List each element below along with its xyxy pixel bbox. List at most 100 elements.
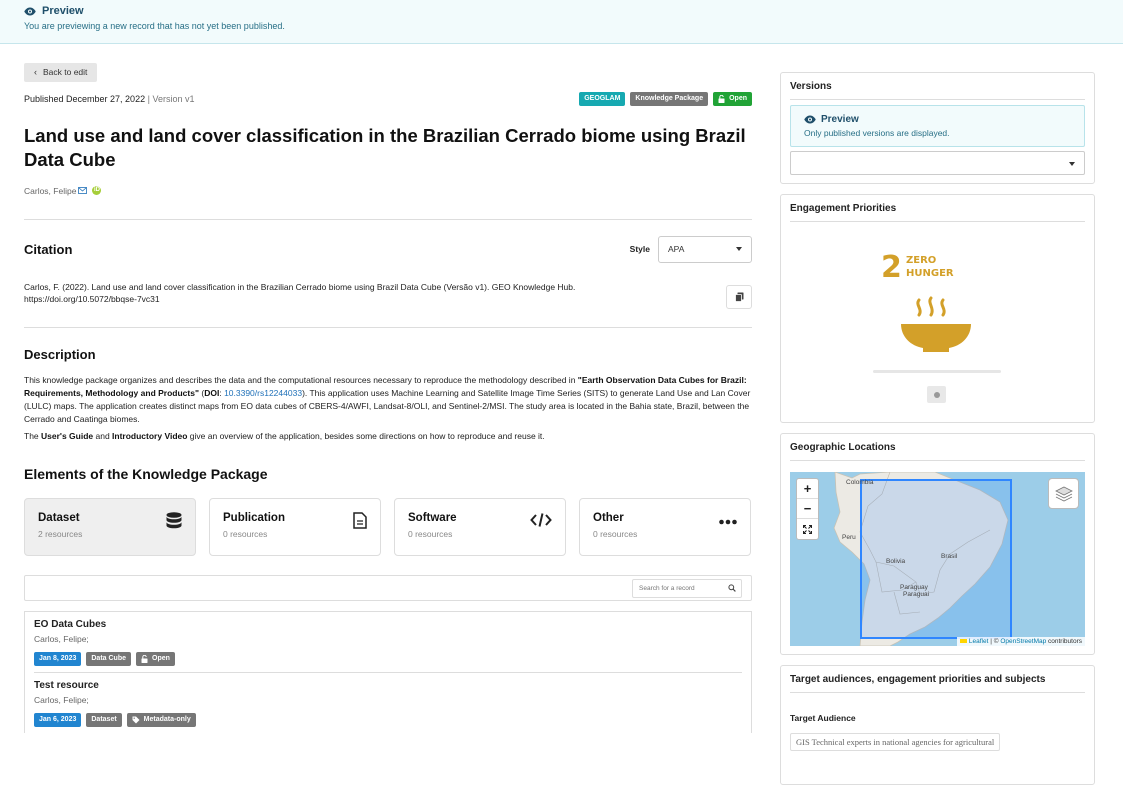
author-name[interactable]: Carlos, Felipe bbox=[24, 186, 76, 196]
copy-icon bbox=[734, 292, 743, 302]
zoom-out-button[interactable]: − bbox=[797, 499, 818, 519]
community-badge: GEOGLAM bbox=[579, 91, 626, 106]
back-to-edit-button[interactable]: ‹ Back to edit bbox=[24, 62, 98, 82]
record-badges: GEOGLAM Knowledge Package Open bbox=[579, 91, 752, 106]
more-icon bbox=[719, 519, 737, 524]
record-item-title[interactable]: EO Data Cubes bbox=[34, 619, 742, 630]
preview-banner: Preview You are previewing a new record … bbox=[0, 0, 1123, 44]
versions-select[interactable] bbox=[790, 151, 1085, 175]
elements-heading: Elements of the Knowledge Package bbox=[24, 465, 268, 482]
food-bowl-icon bbox=[901, 296, 971, 352]
engagement-panel: Engagement Priorities 2 ZERO HUNGER bbox=[780, 194, 1095, 423]
layers-icon bbox=[1054, 486, 1073, 501]
citation-heading: Citation bbox=[24, 241, 73, 257]
banner-title: Preview bbox=[24, 5, 1099, 17]
description-heading: Description bbox=[24, 346, 96, 362]
record-item-author: Carlos, Felipe; bbox=[34, 633, 89, 644]
email-icon[interactable] bbox=[78, 187, 88, 194]
record-date-badge: Jan 8, 2023 bbox=[34, 651, 82, 666]
card-software[interactable]: Software 0 resources bbox=[394, 497, 566, 556]
database-icon bbox=[166, 511, 182, 528]
osm-link[interactable]: OpenStreetMap bbox=[1000, 638, 1046, 645]
unlock-icon bbox=[718, 94, 725, 103]
map-layers-button[interactable] bbox=[1048, 478, 1079, 509]
record-type-badge: Data Cube bbox=[86, 651, 131, 666]
audiences-panel: Target audiences, engagement priorities … bbox=[780, 665, 1095, 785]
doi-link[interactable]: 10.3390/rs12244033 bbox=[224, 388, 302, 398]
sidebar: Versions Preview Only published versions… bbox=[780, 72, 1095, 795]
record-list: EO Data Cubes Carlos, Felipe; Jan 8, 202… bbox=[24, 610, 752, 733]
code-icon bbox=[530, 512, 552, 527]
geographic-panel: Geographic Locations Colombia Peru Boliv… bbox=[780, 433, 1095, 655]
record-title: Land use and land cover classification i… bbox=[24, 124, 746, 170]
map-label: Paraguai bbox=[903, 591, 930, 598]
back-to-edit-label: Back to edit bbox=[43, 67, 88, 77]
description-paragraph-2: The User's Guide and Introductory Video … bbox=[24, 430, 545, 441]
citation-style-select[interactable]: APA bbox=[658, 235, 752, 263]
card-dataset[interactable]: Dataset 2 resources bbox=[24, 497, 196, 556]
record-access-badge: Open bbox=[136, 651, 175, 666]
versions-title: Versions bbox=[790, 81, 1085, 100]
record-search-input[interactable] bbox=[632, 578, 742, 598]
copy-citation-button[interactable] bbox=[726, 284, 752, 309]
description-paragraph-1: This knowledge package organizes and des… bbox=[24, 374, 751, 424]
map-label: Paraguay bbox=[900, 584, 928, 591]
fullscreen-button[interactable] bbox=[797, 519, 818, 539]
map-attribution: Leaflet | © OpenStreetMap contributors bbox=[956, 637, 1085, 646]
sdg-carousel: 2 ZERO HUNGER bbox=[790, 222, 1085, 414]
access-badge-label: Open bbox=[729, 95, 747, 102]
document-icon bbox=[353, 511, 367, 529]
map-label: Brasil bbox=[941, 553, 958, 560]
record-item-title[interactable]: Test resource bbox=[34, 680, 742, 691]
chevron-down-icon bbox=[1069, 162, 1075, 166]
target-audience-tag[interactable]: GIS Technical experts in national agenci… bbox=[790, 733, 1001, 751]
search-icon[interactable] bbox=[728, 583, 736, 592]
orcid-icon[interactable]: iD bbox=[92, 186, 102, 195]
access-badge: Open bbox=[713, 91, 752, 106]
leaflet-link[interactable]: Leaflet bbox=[969, 638, 989, 645]
list-item[interactable]: Test resource Carlos, Felipe; Jan 6, 202… bbox=[34, 673, 742, 733]
location-map[interactable]: Colombia Peru Bolivia Brasil Paraguay Pa… bbox=[790, 472, 1085, 646]
record-date-badge: Jan 6, 2023 bbox=[34, 712, 82, 727]
banner-title-text: Preview bbox=[42, 5, 84, 17]
citation-style-value: APA bbox=[668, 244, 685, 254]
map-label: Bolivia bbox=[886, 558, 906, 565]
record-item-author: Carlos, Felipe; bbox=[34, 694, 89, 705]
flag-icon bbox=[959, 639, 967, 644]
versions-preview-text: Only published versions are displayed. bbox=[804, 128, 950, 138]
style-label: Style bbox=[629, 244, 650, 254]
target-audience-heading: Target Audience bbox=[790, 713, 856, 723]
main-content: ‹ Back to edit Published December 27, 20… bbox=[24, 62, 752, 733]
element-cards: Dataset 2 resources Publication 0 resource… bbox=[24, 497, 752, 556]
carousel-progress bbox=[873, 370, 1001, 373]
versions-preview-message: Preview Only published versions are disp… bbox=[790, 105, 1085, 147]
chevron-left-icon: ‹ bbox=[34, 67, 37, 77]
list-item[interactable]: EO Data Cubes Carlos, Felipe; Jan 8, 202… bbox=[34, 612, 742, 673]
sdg-number: 2 bbox=[881, 250, 902, 285]
card-other[interactable]: Other 0 resources bbox=[579, 497, 751, 556]
carousel-indicator[interactable] bbox=[927, 386, 946, 403]
record-search-bar bbox=[24, 574, 752, 601]
location-bounding-box[interactable] bbox=[860, 479, 1012, 639]
geographic-title: Geographic Locations bbox=[790, 442, 1085, 461]
map-label: Colombia bbox=[846, 479, 874, 486]
resource-type-badge: Knowledge Package bbox=[630, 91, 709, 106]
record-type-badge: Dataset bbox=[86, 712, 122, 727]
card-publication[interactable]: Publication 0 resources bbox=[209, 497, 381, 556]
versions-preview-title: Preview bbox=[821, 114, 859, 125]
record-access-badge: Metadata-only bbox=[126, 712, 196, 727]
chevron-down-icon bbox=[736, 247, 742, 251]
sdg-label: ZERO HUNGER bbox=[906, 255, 954, 279]
eye-icon bbox=[24, 7, 36, 15]
map-zoom-controls: + − bbox=[796, 478, 819, 540]
published-date: Published December 27, 2022 bbox=[24, 93, 146, 104]
record-author: Carlos, Felipe iD bbox=[24, 186, 752, 196]
zoom-in-button[interactable]: + bbox=[797, 479, 818, 499]
version-label: Version v1 bbox=[152, 93, 195, 104]
banner-text: You are previewing a new record that has… bbox=[24, 21, 285, 31]
audiences-title: Target audiences, engagement priorities … bbox=[790, 674, 1085, 693]
versions-panel: Versions Preview Only published versions… bbox=[780, 72, 1095, 184]
citation-text: Carlos, F. (2022). Land use and land cov… bbox=[24, 281, 576, 305]
fullscreen-icon bbox=[803, 524, 812, 534]
eye-icon bbox=[804, 115, 816, 124]
